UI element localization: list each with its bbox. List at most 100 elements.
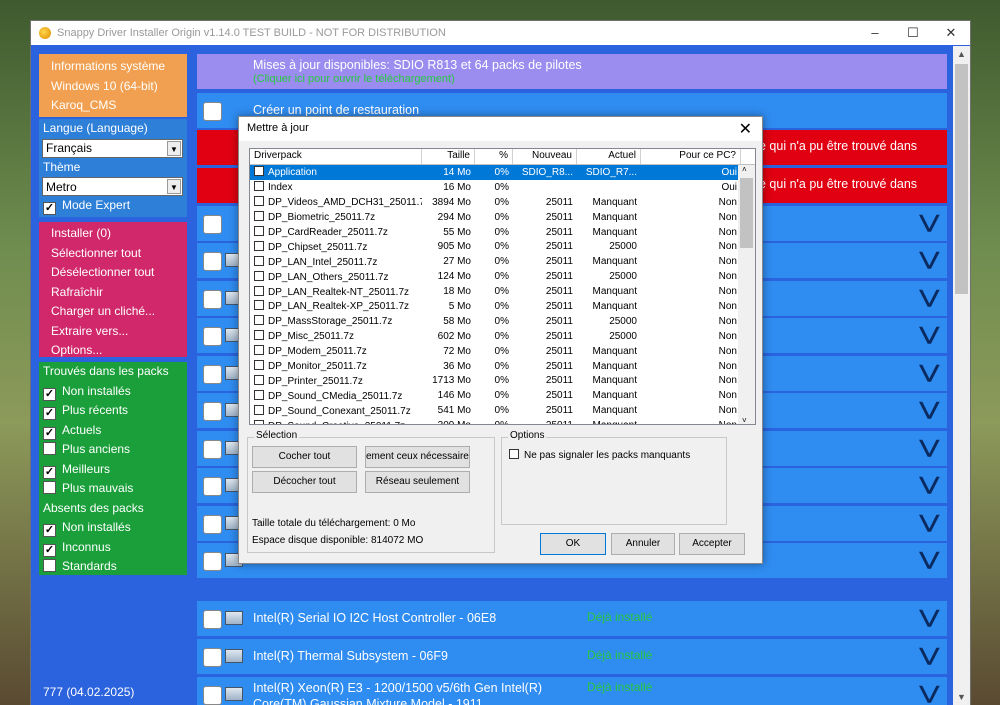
expand-icon[interactable]: ⋁ (920, 474, 939, 495)
expand-icon[interactable]: ⋁ (920, 683, 939, 704)
chevron-down-icon[interactable]: ▼ (167, 140, 181, 156)
pack-checkbox[interactable] (254, 196, 264, 207)
expand-icon[interactable]: ⋁ (920, 512, 939, 533)
list-item[interactable]: DP_Modem_25011.7z 72 Mo 0% 25011 Manquant Non (250, 344, 755, 359)
device-checkbox[interactable] (203, 552, 222, 571)
scroll-thumb[interactable] (955, 64, 968, 294)
pack-checkbox[interactable] (254, 270, 264, 281)
list-item[interactable]: DP_Sound_Creative_25011.7z 309 Mo0%25011M… (250, 418, 755, 424)
pack-checkbox[interactable] (254, 419, 264, 424)
filter-current[interactable]: ✓ Actuels (39, 421, 187, 441)
list-item[interactable]: Index 16 Mo 0% Oui (250, 180, 755, 195)
list-item[interactable]: DP_CardReader_25011.7z 55 Mo 0% 25011 Manqua… (250, 225, 755, 240)
filter-checkbox[interactable]: ✓ (43, 543, 56, 557)
pack-checkbox[interactable] (254, 374, 264, 385)
list-scrollbar[interactable]: ˄ ˅ (738, 165, 755, 424)
pack-checkbox[interactable] (254, 240, 264, 251)
filter-checkbox[interactable]: ✓ (43, 524, 56, 537)
device-checkbox[interactable] (203, 215, 222, 234)
list-item[interactable]: DP_MassStorage_25011.7z 58 Mo 0% 25011 25000… (250, 314, 755, 329)
device-row[interactable]: Intel(R) Thermal Subsystem - 06F9 Déjà i… (197, 639, 947, 674)
maximize-button[interactable]: ☐ (894, 21, 932, 45)
checkbox-icon[interactable] (509, 449, 519, 459)
minimize-button[interactable]: – (856, 21, 894, 45)
filter-checkbox[interactable] (43, 442, 56, 455)
accept-button[interactable]: Accepter (679, 533, 745, 555)
scroll-down-icon[interactable]: ˅ (742, 416, 747, 424)
cancel-button[interactable]: Annuler (611, 533, 675, 555)
pack-checkbox[interactable] (254, 345, 264, 356)
theme-select[interactable]: Metro ▼ (42, 177, 183, 196)
list-item[interactable]: DP_LAN_Realtek-XP_25011.7z 5 Mo 0% 25011 Man… (250, 299, 755, 314)
filter-newer[interactable]: ✓ Plus récents (39, 401, 187, 421)
list-item[interactable]: DP_LAN_Intel_25011.7z 27 Mo 0% 25011 Manquan… (250, 254, 755, 269)
extract-to-action[interactable]: Extraire vers... (39, 322, 187, 342)
pack-checkbox[interactable] (254, 226, 264, 236)
expand-icon[interactable]: ⋁ (920, 287, 939, 308)
close-icon[interactable]: ✕ (739, 119, 752, 139)
list-item[interactable]: DP_Biometric_25011.7z 294 Mo 0% 25011 Manqua… (250, 210, 755, 225)
install-action[interactable]: Installer (0) (39, 224, 187, 244)
column-driverpack[interactable]: Driverpack (250, 149, 422, 164)
expand-icon[interactable]: ⋁ (920, 437, 939, 458)
scroll-thumb[interactable] (740, 178, 753, 248)
deselect-all-action[interactable]: Désélectionner tout (39, 263, 187, 283)
no-report-checkbox[interactable]: Ne pas signaler les packs manquants (509, 449, 690, 461)
column-size[interactable]: Taille (422, 149, 475, 164)
filter-checkbox[interactable] (43, 481, 56, 494)
column-for-this-pc[interactable]: Pour ce PC? (641, 149, 741, 164)
close-button[interactable]: ✕ (932, 21, 970, 45)
device-checkbox[interactable] (203, 477, 222, 496)
pack-checkbox[interactable] (254, 211, 264, 222)
list-item[interactable]: DP_Sound_Conexant_25011.7z 541 Mo 0% 25011 M… (250, 403, 755, 418)
check-all-button[interactable]: Cocher tout (252, 446, 357, 468)
device-checkbox[interactable] (203, 402, 222, 421)
pack-checkbox[interactable] (254, 404, 264, 415)
column-percent[interactable]: % (475, 149, 513, 164)
expand-icon[interactable]: ⋁ (920, 645, 939, 666)
network-only-button[interactable]: Réseau seulement (365, 471, 470, 493)
expand-icon[interactable]: ⋁ (920, 249, 939, 270)
language-select[interactable]: Français ▼ (42, 138, 183, 158)
filter-checkbox[interactable] (43, 559, 56, 572)
list-item[interactable]: DP_Videos_AMD_DCH31_25011.7z 3894 Mo 0% 250… (250, 195, 755, 210)
pack-checkbox[interactable] (254, 330, 264, 341)
device-checkbox[interactable] (203, 365, 222, 384)
filter-standard[interactable]: Standards (39, 557, 187, 577)
expand-icon[interactable]: ⋁ (920, 324, 939, 345)
filter-worse[interactable]: Plus mauvais (39, 479, 187, 499)
scroll-up-icon[interactable]: ▲ (953, 49, 970, 59)
device-checkbox[interactable] (203, 610, 222, 629)
filter-missing-not-installed[interactable]: ✓ Non installés (39, 518, 187, 538)
filter-checkbox[interactable]: ✓ (43, 465, 56, 479)
list-item[interactable]: DP_Printer_25011.7z 1713 Mo 0% 25011 Manquan… (250, 373, 755, 388)
device-checkbox[interactable] (203, 515, 222, 534)
expand-icon[interactable]: ⋁ (920, 362, 939, 383)
filter-checkbox[interactable]: ✓ (43, 407, 56, 420)
expand-icon[interactable]: ⋁ (920, 607, 939, 628)
filter-checkbox[interactable]: ✓ (43, 426, 56, 440)
load-snapshot-action[interactable]: Charger un cliché... (39, 302, 187, 322)
pack-checkbox[interactable] (254, 181, 264, 192)
options-action[interactable]: Options... (39, 341, 187, 361)
list-item[interactable]: DP_Misc_25011.7z 602 Mo 0% 25011 25000 Non (250, 329, 755, 344)
list-item[interactable]: DP_Sound_CMedia_25011.7z 146 Mo 0% 25011 Man… (250, 388, 755, 403)
device-row[interactable]: Intel(R) Xeon(R) E3 - 1200/1500 v5/6th G… (197, 677, 947, 705)
expand-icon[interactable]: ⋁ (920, 212, 939, 233)
pack-checkbox[interactable] (254, 389, 264, 400)
device-checkbox[interactable] (203, 252, 222, 271)
list-item[interactable]: DP_Chipset_25011.7z 905 Mo 0% 25011 25000 Non (250, 239, 755, 254)
pack-checkbox[interactable] (254, 166, 264, 177)
filter-better[interactable]: ✓ Meilleurs (39, 460, 187, 480)
column-current[interactable]: Actuel (577, 149, 641, 164)
device-checkbox[interactable] (203, 290, 222, 309)
refresh-action[interactable]: Rafraîchir (39, 283, 187, 303)
device-checkbox[interactable] (203, 327, 222, 346)
filter-unknown[interactable]: ✓ Inconnus (39, 538, 187, 558)
expand-icon[interactable]: ⋁ (920, 399, 939, 420)
system-info-panel[interactable]: Informations système Windows 10 (64-bit)… (39, 54, 187, 117)
checkmark-icon[interactable]: ✓ (43, 202, 56, 215)
pack-checkbox[interactable] (254, 285, 264, 296)
list-item[interactable]: Application 14 Mo 0% SDIO_R8... SDIO_R7... Ou… (250, 165, 755, 180)
uncheck-all-button[interactable]: Décocher tout (252, 471, 357, 493)
